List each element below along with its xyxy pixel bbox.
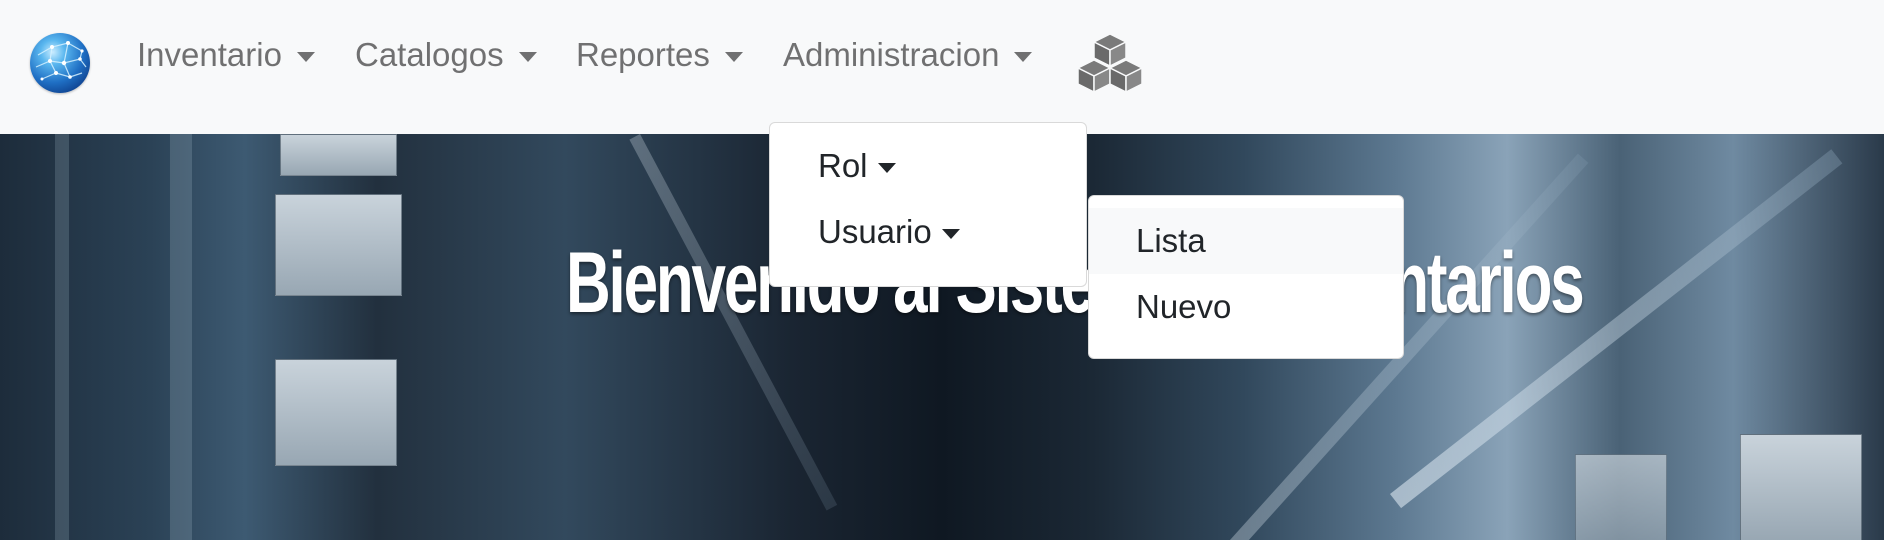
nav-item-label: Inventario — [137, 36, 282, 73]
caret-down-icon — [724, 52, 743, 62]
menu-item-label: Rol — [818, 147, 868, 184]
menu-item-label: Usuario — [818, 213, 932, 250]
nav-item-administracion[interactable]: Administracion — [783, 30, 1033, 80]
warehouse-shelf — [55, 134, 69, 540]
warehouse-shelf — [170, 134, 192, 540]
nav-item-reportes[interactable]: Reportes — [576, 30, 743, 80]
menu-item-nuevo[interactable]: Nuevo — [1089, 274, 1403, 340]
warehouse-box — [1740, 434, 1862, 540]
warehouse-box — [1575, 454, 1667, 540]
warehouse-box — [280, 134, 397, 176]
caret-down-icon — [941, 229, 960, 239]
caret-down-icon — [518, 52, 537, 62]
nav-item-label: Reportes — [576, 36, 710, 73]
globe-icon[interactable] — [30, 33, 90, 93]
menu-item-label: Nuevo — [1136, 288, 1232, 325]
usuario-submenu: Lista Nuevo — [1088, 195, 1404, 359]
nav-item-label: Administracion — [783, 36, 1000, 73]
caret-down-icon — [1014, 52, 1033, 62]
warehouse-box — [275, 194, 402, 296]
caret-down-icon — [877, 163, 896, 173]
nav-item-label: Catalogos — [355, 36, 504, 73]
caret-down-icon — [296, 52, 315, 62]
navbar: Inventario Catalogos Reportes Administra… — [0, 0, 1884, 134]
menu-item-rol[interactable]: Rol — [770, 133, 1086, 199]
nav-item-inventario[interactable]: Inventario — [137, 30, 315, 80]
menu-item-lista[interactable]: Lista — [1089, 208, 1403, 274]
menu-item-usuario[interactable]: Usuario — [770, 199, 1086, 265]
administracion-dropdown: Rol Usuario — [769, 122, 1087, 287]
nav-item-catalogos[interactable]: Catalogos — [355, 30, 537, 80]
warehouse-box — [275, 359, 397, 466]
menu-item-label: Lista — [1136, 222, 1206, 259]
cubes-icon[interactable] — [1076, 32, 1144, 94]
